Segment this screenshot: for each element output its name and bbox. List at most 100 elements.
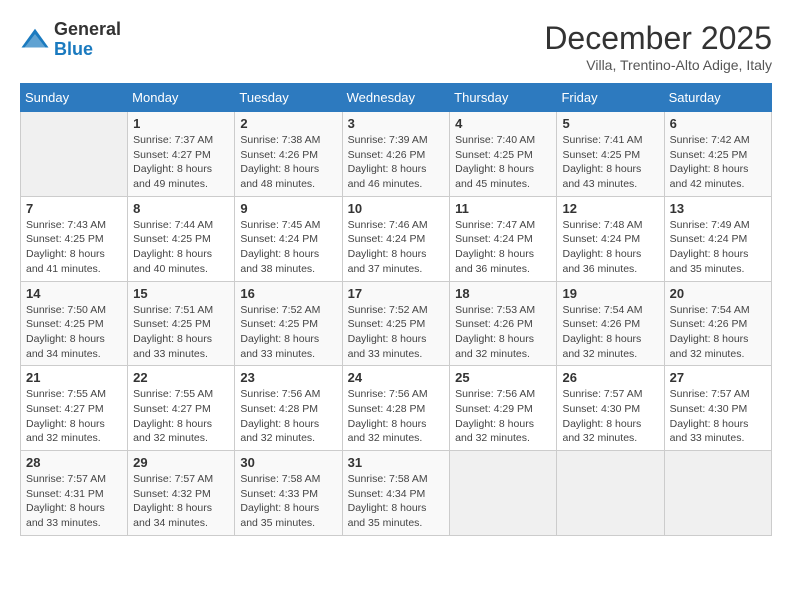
title-block: December 2025 Villa, Trentino-Alto Adige… xyxy=(544,20,772,73)
day-number: 28 xyxy=(26,455,122,470)
day-number: 8 xyxy=(133,201,229,216)
day-info: Sunrise: 7:38 AM Sunset: 4:26 PM Dayligh… xyxy=(240,133,336,192)
day-info: Sunrise: 7:48 AM Sunset: 4:24 PM Dayligh… xyxy=(562,218,658,277)
calendar-cell: 16 Sunrise: 7:52 AM Sunset: 4:25 PM Dayli… xyxy=(235,281,342,366)
weekday-header-thursday: Thursday xyxy=(450,84,557,112)
calendar-cell: 9 Sunrise: 7:45 AM Sunset: 4:24 PM Daylig… xyxy=(235,196,342,281)
day-info: Sunrise: 7:43 AM Sunset: 4:25 PM Dayligh… xyxy=(26,218,122,277)
calendar-cell: 31Sunrise: 7:58 AM Sunset: 4:34 PM Dayli… xyxy=(342,451,450,536)
day-info: Sunrise: 7:58 AM Sunset: 4:33 PM Dayligh… xyxy=(240,472,336,531)
calendar-cell xyxy=(450,451,557,536)
weekday-header-sunday: Sunday xyxy=(21,84,128,112)
day-info: Sunrise: 7:44 AM Sunset: 4:25 PM Dayligh… xyxy=(133,218,229,277)
day-number: 30 xyxy=(240,455,336,470)
day-number: 13 xyxy=(670,201,766,216)
calendar-cell: 23 Sunrise: 7:56 AM Sunset: 4:28 PM Dayli… xyxy=(235,366,342,451)
calendar-cell: 20Sunrise: 7:54 AM Sunset: 4:26 PM Dayli… xyxy=(664,281,771,366)
calendar-cell: 27 Sunrise: 7:57 AM Sunset: 4:30 PM Dayli… xyxy=(664,366,771,451)
day-number: 23 xyxy=(240,370,336,385)
day-number: 22 xyxy=(133,370,229,385)
calendar-cell: 1 Sunrise: 7:37 AM Sunset: 4:27 PM Daylig… xyxy=(128,112,235,197)
weekday-header-saturday: Saturday xyxy=(664,84,771,112)
day-number: 27 xyxy=(670,370,766,385)
day-number: 5 xyxy=(562,116,658,131)
calendar-cell: 7 Sunrise: 7:43 AM Sunset: 4:25 PM Daylig… xyxy=(21,196,128,281)
day-number: 2 xyxy=(240,116,336,131)
weekday-header-tuesday: Tuesday xyxy=(235,84,342,112)
calendar-cell: 10 Sunrise: 7:46 AM Sunset: 4:24 PM Dayli… xyxy=(342,196,450,281)
calendar-week-2: 7 Sunrise: 7:43 AM Sunset: 4:25 PM Daylig… xyxy=(21,196,772,281)
day-number: 12 xyxy=(562,201,658,216)
calendar-cell: 22 Sunrise: 7:55 AM Sunset: 4:27 PM Dayli… xyxy=(128,366,235,451)
day-number: 17 xyxy=(348,286,445,301)
calendar-week-5: 28Sunrise: 7:57 AM Sunset: 4:31 PM Dayli… xyxy=(21,451,772,536)
day-number: 25 xyxy=(455,370,551,385)
weekday-header-row: SundayMondayTuesdayWednesdayThursdayFrid… xyxy=(21,84,772,112)
day-number: 1 xyxy=(133,116,229,131)
calendar-cell: 25 Sunrise: 7:56 AM Sunset: 4:29 PM Dayli… xyxy=(450,366,557,451)
day-info: Sunrise: 7:39 AM Sunset: 4:26 PM Dayligh… xyxy=(348,133,445,192)
day-number: 11 xyxy=(455,201,551,216)
logo-text: General Blue xyxy=(54,20,121,60)
calendar-cell: 15 Sunrise: 7:51 AM Sunset: 4:25 PM Dayli… xyxy=(128,281,235,366)
day-info: Sunrise: 7:41 AM Sunset: 4:25 PM Dayligh… xyxy=(562,133,658,192)
calendar-cell: 6Sunrise: 7:42 AM Sunset: 4:25 PM Daylig… xyxy=(664,112,771,197)
day-number: 4 xyxy=(455,116,551,131)
calendar-cell xyxy=(557,451,664,536)
calendar-cell: 29Sunrise: 7:57 AM Sunset: 4:32 PM Dayli… xyxy=(128,451,235,536)
day-info: Sunrise: 7:52 AM Sunset: 4:25 PM Dayligh… xyxy=(240,303,336,362)
day-info: Sunrise: 7:55 AM Sunset: 4:27 PM Dayligh… xyxy=(26,387,122,446)
calendar-cell: 24 Sunrise: 7:56 AM Sunset: 4:28 PM Dayli… xyxy=(342,366,450,451)
day-info: Sunrise: 7:50 AM Sunset: 4:25 PM Dayligh… xyxy=(26,303,122,362)
day-info: Sunrise: 7:56 AM Sunset: 4:28 PM Dayligh… xyxy=(240,387,336,446)
calendar-cell: 26 Sunrise: 7:57 AM Sunset: 4:30 PM Dayli… xyxy=(557,366,664,451)
calendar-cell: 30 Sunrise: 7:58 AM Sunset: 4:33 PM Dayli… xyxy=(235,451,342,536)
day-info: Sunrise: 7:49 AM Sunset: 4:24 PM Dayligh… xyxy=(670,218,766,277)
calendar-week-4: 21 Sunrise: 7:55 AM Sunset: 4:27 PM Dayli… xyxy=(21,366,772,451)
day-info: Sunrise: 7:56 AM Sunset: 4:29 PM Dayligh… xyxy=(455,387,551,446)
day-info: Sunrise: 7:47 AM Sunset: 4:24 PM Dayligh… xyxy=(455,218,551,277)
calendar-cell: 13 Sunrise: 7:49 AM Sunset: 4:24 PM Dayli… xyxy=(664,196,771,281)
calendar-cell: 2 Sunrise: 7:38 AM Sunset: 4:26 PM Daylig… xyxy=(235,112,342,197)
day-number: 9 xyxy=(240,201,336,216)
day-number: 7 xyxy=(26,201,122,216)
day-number: 26 xyxy=(562,370,658,385)
calendar-cell: 12 Sunrise: 7:48 AM Sunset: 4:24 PM Dayli… xyxy=(557,196,664,281)
calendar-table: SundayMondayTuesdayWednesdayThursdayFrid… xyxy=(20,83,772,536)
day-number: 14 xyxy=(26,286,122,301)
day-number: 20 xyxy=(670,286,766,301)
day-info: Sunrise: 7:56 AM Sunset: 4:28 PM Dayligh… xyxy=(348,387,445,446)
day-info: Sunrise: 7:45 AM Sunset: 4:24 PM Dayligh… xyxy=(240,218,336,277)
day-number: 24 xyxy=(348,370,445,385)
day-info: Sunrise: 7:57 AM Sunset: 4:30 PM Dayligh… xyxy=(562,387,658,446)
calendar-cell: 19Sunrise: 7:54 AM Sunset: 4:26 PM Dayli… xyxy=(557,281,664,366)
day-info: Sunrise: 7:55 AM Sunset: 4:27 PM Dayligh… xyxy=(133,387,229,446)
logo-icon xyxy=(20,25,50,55)
day-info: Sunrise: 7:51 AM Sunset: 4:25 PM Dayligh… xyxy=(133,303,229,362)
day-number: 31 xyxy=(348,455,445,470)
day-number: 3 xyxy=(348,116,445,131)
day-info: Sunrise: 7:57 AM Sunset: 4:30 PM Dayligh… xyxy=(670,387,766,446)
day-number: 21 xyxy=(26,370,122,385)
day-number: 15 xyxy=(133,286,229,301)
day-number: 29 xyxy=(133,455,229,470)
day-number: 16 xyxy=(240,286,336,301)
weekday-header-wednesday: Wednesday xyxy=(342,84,450,112)
calendar-cell: 18Sunrise: 7:53 AM Sunset: 4:26 PM Dayli… xyxy=(450,281,557,366)
calendar-cell: 14 Sunrise: 7:50 AM Sunset: 4:25 PM Dayli… xyxy=(21,281,128,366)
day-info: Sunrise: 7:37 AM Sunset: 4:27 PM Dayligh… xyxy=(133,133,229,192)
weekday-header-monday: Monday xyxy=(128,84,235,112)
day-number: 18 xyxy=(455,286,551,301)
calendar-cell: 3 Sunrise: 7:39 AM Sunset: 4:26 PM Daylig… xyxy=(342,112,450,197)
day-number: 19 xyxy=(562,286,658,301)
calendar-cell: 28Sunrise: 7:57 AM Sunset: 4:31 PM Dayli… xyxy=(21,451,128,536)
calendar-cell: 5 Sunrise: 7:41 AM Sunset: 4:25 PM Daylig… xyxy=(557,112,664,197)
calendar-cell: 8 Sunrise: 7:44 AM Sunset: 4:25 PM Daylig… xyxy=(128,196,235,281)
calendar-subtitle: Villa, Trentino-Alto Adige, Italy xyxy=(544,57,772,73)
day-number: 10 xyxy=(348,201,445,216)
calendar-cell: 4Sunrise: 7:40 AM Sunset: 4:25 PM Daylig… xyxy=(450,112,557,197)
day-info: Sunrise: 7:46 AM Sunset: 4:24 PM Dayligh… xyxy=(348,218,445,277)
calendar-cell xyxy=(21,112,128,197)
calendar-cell: 17Sunrise: 7:52 AM Sunset: 4:25 PM Dayli… xyxy=(342,281,450,366)
calendar-title: December 2025 xyxy=(544,20,772,57)
